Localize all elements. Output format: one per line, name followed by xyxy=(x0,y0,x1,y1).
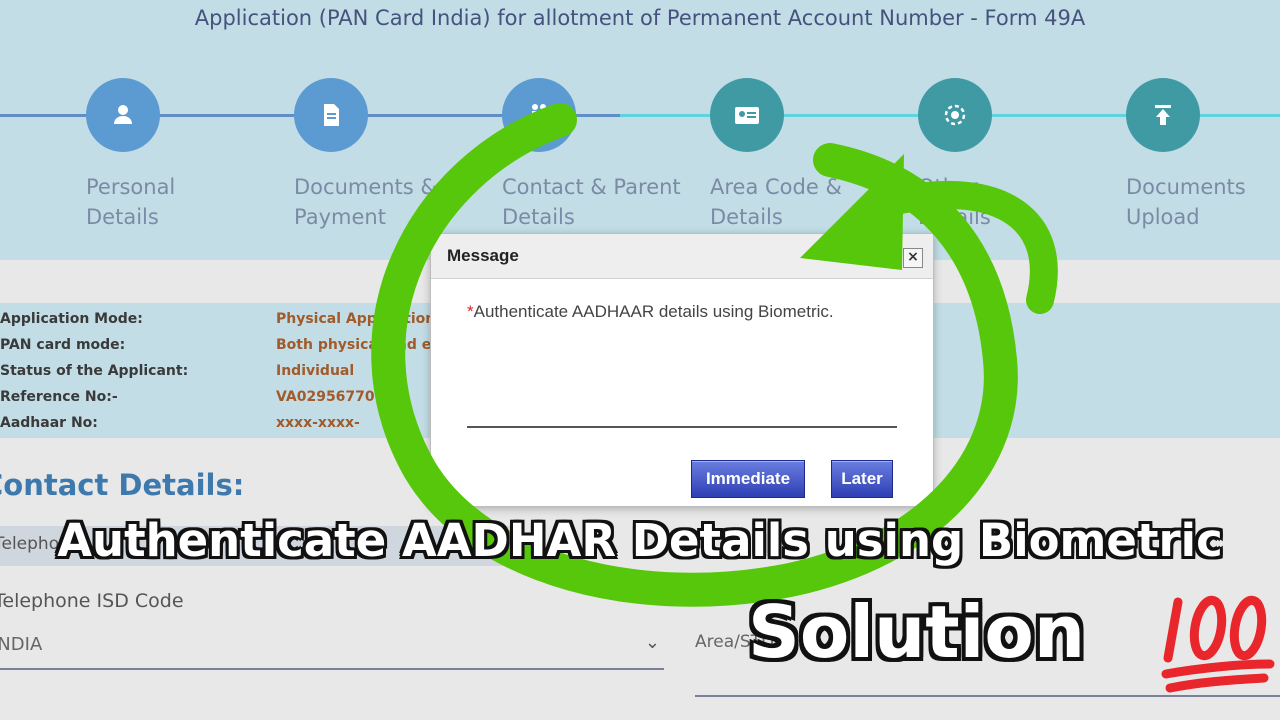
step-label: Personal Details xyxy=(86,175,176,229)
upload-icon xyxy=(1126,78,1200,152)
step-label: Other Details xyxy=(918,175,991,229)
family-icon xyxy=(502,78,576,152)
overlay-headline: Authenticate AADHAR Details using Biomet… xyxy=(57,514,1223,567)
id-card-icon xyxy=(710,78,784,152)
step-label: Contact & Parent Details xyxy=(502,175,681,229)
contact-details-heading: Contact Details: xyxy=(0,468,245,502)
step-label: Documents & Payment xyxy=(294,175,437,229)
document-icon xyxy=(294,78,368,152)
dialog-title: Message xyxy=(447,246,519,265)
dialog-header: Message × xyxy=(431,234,933,279)
required-mark: * xyxy=(467,302,474,321)
isd-code-label: Telephone ISD Code xyxy=(0,590,184,612)
overlay-subtitle: Solution xyxy=(748,590,1086,674)
dialog-message: *Authenticate AADHAAR details using Biom… xyxy=(467,302,834,321)
chevron-down-icon: ⌄ xyxy=(644,632,660,653)
close-icon[interactable]: × xyxy=(903,248,923,268)
later-button[interactable]: Later xyxy=(831,460,893,498)
dialog-divider xyxy=(467,426,897,428)
step-label: Area Code & Details xyxy=(710,175,842,229)
hundred-points-icon xyxy=(1161,595,1275,693)
immediate-button[interactable]: Immediate xyxy=(691,460,805,498)
message-dialog: Message × *Authenticate AADHAAR details … xyxy=(430,233,934,507)
target-icon xyxy=(918,78,992,152)
isd-code-value: INDIA xyxy=(0,634,43,655)
isd-code-select[interactable]: INDIA ⌄ xyxy=(0,624,664,670)
page-title: Application (PAN Card India) for allotme… xyxy=(194,6,1086,30)
step-label: Documents Upload xyxy=(1126,175,1246,229)
person-icon xyxy=(86,78,160,152)
